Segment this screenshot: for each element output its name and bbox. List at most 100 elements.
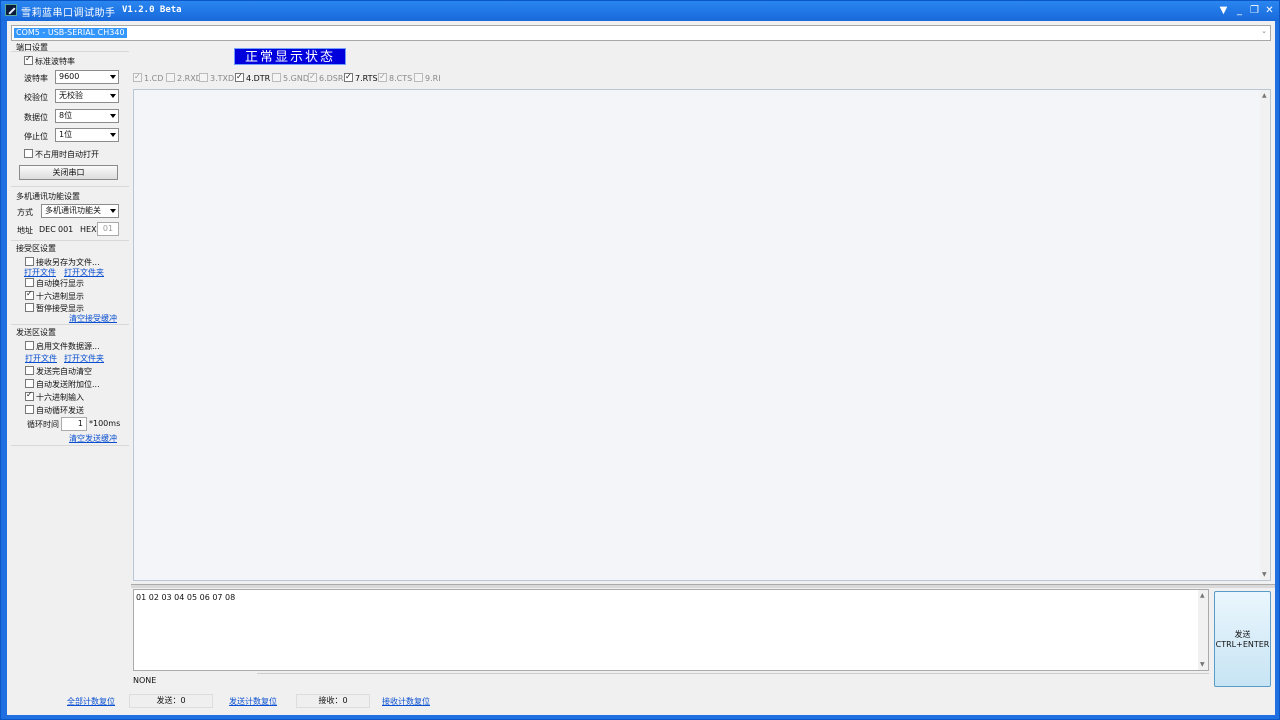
mode-select[interactable]: 多机通讯功能关	[41, 204, 119, 218]
signal-checkbox[interactable]	[235, 71, 244, 83]
bottom-bar: 全部计数复位 发送：0 发送计数复位 接收：0 接收计数复位	[7, 691, 1275, 715]
recv-open-file-link[interactable]: 打开文件	[24, 267, 56, 278]
auto-clear-label: 发送完自动清空	[36, 367, 92, 376]
port-select-value: COM5 - USB-SERIAL CH340	[14, 28, 127, 38]
auto-wrap-label: 自动换行显示	[36, 279, 84, 288]
baud-value: 9600	[59, 72, 80, 81]
recv-open-folder-link[interactable]: 打开文件夹	[64, 267, 104, 278]
baud-select[interactable]: 9600	[55, 70, 119, 84]
clear-send-buffer-link[interactable]: 清空发送缓冲	[69, 433, 117, 444]
recv-settings-title: 接受区设置	[16, 244, 56, 253]
sent-counter: 发送：0	[129, 694, 213, 708]
send-open-file-link[interactable]: 打开文件	[25, 353, 57, 364]
signal-label: 3.TXD	[210, 74, 235, 83]
signal-checkbox	[199, 73, 208, 82]
maximize-button[interactable]: ❐	[1248, 4, 1261, 17]
received-counter: 接收：0	[296, 694, 370, 708]
auto-append-checkbox[interactable]	[25, 379, 34, 388]
scroll-down-icon[interactable]: ▼	[1262, 571, 1267, 578]
cycle-unit-label: *100ms	[89, 419, 121, 428]
app-logo-icon	[5, 4, 17, 16]
close-port-button[interactable]: 关闭串口	[19, 165, 118, 180]
chevron-down-icon: ⌄	[1261, 27, 1267, 35]
send-button-shortcut: CTRL+ENTER	[1215, 640, 1270, 649]
auto-append-label: 自动发送附加位...	[36, 380, 100, 389]
hex-display-label: 十六进制显示	[36, 292, 84, 301]
status-banner: 正常显示状态	[234, 48, 346, 65]
hex-display-checkbox[interactable]	[25, 289, 34, 300]
signal-checkbox	[272, 73, 281, 82]
send-settings-title: 发送区设置	[16, 328, 56, 337]
send-text: 01 02 03 04 05 06 07 08	[136, 593, 236, 602]
close-button[interactable]: ✕	[1263, 4, 1276, 17]
stopbits-select[interactable]: 1位	[55, 128, 119, 142]
signal-label: 9.RI	[425, 74, 441, 83]
send-button-label: 发送	[1234, 630, 1251, 639]
file-source-checkbox[interactable]	[25, 341, 34, 350]
mode-value: 多机通讯功能关	[45, 206, 101, 215]
minimize-button[interactable]: _	[1233, 4, 1246, 17]
menu-dropdown-icon[interactable]: ▼	[1217, 4, 1230, 17]
divider	[11, 324, 129, 325]
pause-display-checkbox[interactable]	[25, 303, 34, 312]
chevron-down-icon	[110, 114, 116, 118]
chevron-down-icon	[110, 94, 116, 98]
stopbits-label: 停止位	[24, 132, 48, 141]
receive-area[interactable]: ▲ ▼	[133, 89, 1271, 581]
databits-value: 8位	[59, 111, 73, 120]
scroll-down-icon[interactable]: ▼	[1200, 661, 1205, 668]
signal-label: 1.CD	[144, 74, 164, 83]
signal-checkbox	[133, 71, 142, 83]
receive-scrollbar[interactable]: ▲ ▼	[1260, 90, 1270, 580]
signal-label: 8.CTS	[389, 74, 413, 83]
hex-address-input[interactable]: 01	[97, 222, 119, 236]
signal-checkbox[interactable]	[344, 71, 353, 83]
hex-input-checkbox[interactable]	[25, 390, 34, 401]
signal-checkbox	[414, 73, 423, 82]
auto-clear-checkbox[interactable]	[25, 366, 34, 375]
signal-checkbox	[166, 73, 175, 82]
send-input[interactable]: 01 02 03 04 05 06 07 08 ▲ ▼	[133, 589, 1209, 671]
standard-baud-checkbox[interactable]	[24, 54, 33, 65]
stopbits-value: 1位	[59, 130, 73, 139]
divider	[11, 186, 129, 187]
databits-select[interactable]: 8位	[55, 109, 119, 123]
reset-sent-link[interactable]: 发送计数复位	[229, 696, 277, 707]
cycle-time-input[interactable]: 1	[61, 417, 87, 431]
title-bar[interactable]: 雪莉蓝串口调试助手 V1.2.0 Beta ▼ _ ❐ ✕	[1, 1, 1279, 21]
save-to-file-checkbox[interactable]	[25, 257, 34, 266]
send-open-folder-link[interactable]: 打开文件夹	[64, 353, 104, 364]
pane-splitter[interactable]	[131, 584, 1275, 588]
signal-label: 6.DSR	[319, 74, 344, 83]
signal-label: 4.DTR	[246, 74, 271, 83]
reset-all-link[interactable]: 全部计数复位	[67, 696, 115, 707]
reset-received-link[interactable]: 接收计数复位	[382, 696, 430, 707]
port-select[interactable]: COM5 - USB-SERIAL CH340 ⌄	[11, 25, 1271, 41]
signal-label: 5.GND	[283, 74, 309, 83]
parity-select[interactable]: 无校验	[55, 89, 119, 103]
signal-checkbox	[308, 71, 317, 83]
auto-open-label: 不占用时自动打开	[35, 150, 99, 159]
scroll-up-icon[interactable]: ▲	[1200, 592, 1205, 599]
settings-panel: 端口设置 标准波特率 波特率 9600 校验位 无校验 数据位 8位 停止位 1…	[11, 41, 129, 711]
clear-recv-buffer-link[interactable]: 清空接受缓冲	[69, 313, 117, 324]
auto-wrap-checkbox[interactable]	[25, 278, 34, 287]
databits-label: 数据位	[24, 113, 48, 122]
window-title: 雪莉蓝串口调试助手	[21, 8, 116, 19]
baud-label: 波特率	[24, 74, 48, 83]
parity-label: 校验位	[24, 93, 48, 102]
scroll-up-icon[interactable]: ▲	[1262, 92, 1267, 99]
parity-value: 无校验	[59, 91, 83, 100]
auto-open-checkbox[interactable]	[24, 149, 33, 158]
dec-value[interactable]: 001	[58, 225, 73, 234]
hex-input-label: 十六进制输入	[36, 393, 84, 402]
version-label: V1.2.0 Beta	[122, 5, 182, 15]
send-scrollbar[interactable]: ▲ ▼	[1198, 590, 1208, 670]
signal-label: 7.RTS	[355, 74, 378, 83]
send-button[interactable]: 发送 CTRL+ENTER	[1214, 591, 1271, 687]
auto-loop-checkbox[interactable]	[25, 405, 34, 414]
address-label: 地址	[17, 226, 33, 235]
app-window: 雪莉蓝串口调试助手 V1.2.0 Beta ▼ _ ❐ ✕ COM5 - USB…	[0, 0, 1280, 720]
mode-label: 方式	[17, 208, 33, 217]
divider	[11, 51, 129, 52]
